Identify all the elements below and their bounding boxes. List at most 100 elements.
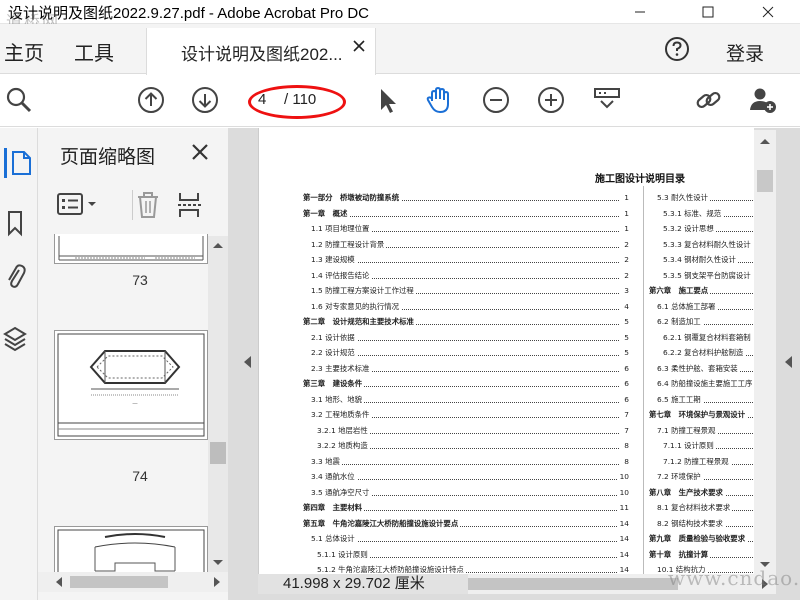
thumbnail-page-73[interactable]	[54, 234, 208, 264]
toc-entry[interactable]: 3.2 工程地质条件 7	[303, 407, 629, 423]
login-button[interactable]: 登录	[726, 39, 764, 66]
search-button[interactable]	[4, 85, 34, 115]
toc-entry-text: 3.2 工程地质条件	[311, 407, 372, 423]
attachments-nav[interactable]	[2, 262, 28, 292]
document-scrollbar[interactable]	[754, 130, 776, 574]
toc-entry[interactable]: 第十章 抗撞计算	[649, 546, 754, 562]
toc-entry[interactable]: 7.1 防撞工程景观	[649, 422, 754, 438]
thumbnail-page-74[interactable]: —	[54, 330, 208, 440]
collapse-left-pane-button[interactable]	[236, 130, 258, 594]
add-user-button[interactable]	[748, 85, 778, 115]
expand-right-pane-button[interactable]	[776, 130, 800, 594]
toc-entry[interactable]: 5.3.5 钢支架平台防腐设计	[649, 267, 754, 283]
toc-entry[interactable]: 第五章 牛角沱嘉陵江大桥防船撞设施设计要点 14	[303, 515, 629, 531]
select-tool-button[interactable]	[372, 85, 402, 115]
toc-entry[interactable]: 5.3.2 设计思想	[649, 221, 754, 237]
toc-entry[interactable]: 第九章 质量检验与验收要求	[649, 531, 754, 547]
thumbnail-options-button[interactable]	[56, 190, 102, 225]
toc-entry[interactable]: 5.1.1 设计原则 14	[303, 546, 629, 562]
toc-entry[interactable]: 6.2 制造加工	[649, 314, 754, 330]
previous-page-button[interactable]	[136, 85, 166, 115]
scrollbar-thumb[interactable]	[468, 578, 678, 590]
toc-leader	[303, 215, 619, 217]
toc-entry[interactable]: 第六章 施工要点	[649, 283, 754, 299]
tab-document[interactable]: 设计说明及图纸202...	[146, 28, 376, 75]
bookmarks-nav[interactable]	[2, 208, 28, 238]
scrollbar-thumb[interactable]	[757, 170, 773, 192]
zoom-in-icon	[538, 87, 564, 113]
chevron-left-icon	[244, 356, 251, 368]
scrollbar-thumb[interactable]	[70, 576, 168, 588]
thumbnail-scrollbar[interactable]	[208, 236, 228, 572]
toc-entry[interactable]: 6.5 施工工期	[649, 391, 754, 407]
toc-entry[interactable]: 1.4 评估报告结论 2	[303, 267, 629, 283]
toc-entry[interactable]: 5.3 耐久性设计	[649, 190, 754, 206]
close-icon	[353, 40, 365, 52]
toc-entry[interactable]: 7.1.1 设计原则	[649, 438, 754, 454]
pdf-page: 施工图设计说明目录 第一部分 桥墩被动防撞系统 1 第一章 概述 1 1.1 项目地理位…	[258, 128, 754, 574]
toc-entry[interactable]: 第三章 建设条件 6	[303, 376, 629, 392]
close-panel-button[interactable]	[190, 142, 210, 167]
tab-home[interactable]: 主页	[4, 37, 44, 66]
toc-entry[interactable]: 7.1.2 防撞工程景观	[649, 453, 754, 469]
toc-entry[interactable]: 6.4 防船撞设施主要施工工序	[649, 376, 754, 392]
toc-entry[interactable]: 3.2.2 地质构造 8	[303, 438, 629, 454]
toc-entry[interactable]: 5.3.4 钢材耐久性设计	[649, 252, 754, 268]
tab-tools[interactable]: 工具	[74, 37, 114, 66]
toc-entry[interactable]: 8.2 钢结构技术要求	[649, 515, 754, 531]
hand-tool-button[interactable]	[424, 85, 454, 115]
thumbnail-hscrollbar[interactable]	[38, 572, 228, 592]
toc-entry-text: 5.1 总体设计	[311, 531, 357, 547]
help-button[interactable]	[664, 36, 690, 67]
toc-entry[interactable]: 5.1 总体设计 14	[303, 531, 629, 547]
toc-entry[interactable]: 3.2.1 地层岩性 7	[303, 422, 629, 438]
toc-entry[interactable]: 1.1 项目地理位置 1	[303, 221, 629, 237]
toc-leader	[311, 541, 619, 542]
toc-entry[interactable]: 1.3 建设规模 2	[303, 252, 629, 268]
delete-pages-button[interactable]	[134, 190, 162, 225]
toc-page-number: 2	[622, 252, 629, 268]
toc-leader	[311, 262, 619, 263]
layers-nav[interactable]	[2, 324, 28, 354]
split-pages-button[interactable]	[176, 190, 206, 225]
toc-entry[interactable]: 第一部分 桥墩被动防撞系统 1	[303, 190, 629, 206]
zoom-out-button[interactable]	[481, 85, 511, 115]
toc-entry[interactable]: 1.6 对专家意见的执行情况 4	[303, 298, 629, 314]
toc-entry[interactable]: 6.1 总体施工部署	[649, 298, 754, 314]
toc-entry[interactable]: 第八章 生产技术要求	[649, 484, 754, 500]
toc-entry[interactable]: 8.1 复合材料技术要求	[649, 500, 754, 516]
page-display-button[interactable]	[592, 85, 622, 115]
toc-leader	[311, 339, 619, 341]
next-page-button[interactable]	[190, 85, 220, 115]
scrollbar-thumb[interactable]	[210, 442, 226, 464]
toc-entry[interactable]: 2.1 设计依据 5	[303, 329, 629, 345]
toc-entry[interactable]: 第一章 概述 1	[303, 205, 629, 221]
toc-entry[interactable]: 5.3.3 复合材料耐久性设计	[649, 236, 754, 252]
toc-entry[interactable]: 6.3 柔性护舷、套箱安装	[649, 360, 754, 376]
toc-entry[interactable]: 5.1.2 牛角沱嘉陵江大桥防船撞设施设计特点 14	[303, 562, 629, 574]
maximize-icon	[702, 6, 714, 18]
toc-entry[interactable]: 3.1 地形、地貌 6	[303, 391, 629, 407]
toc-entry[interactable]: 6.2.2 复合材料护舷制造	[649, 345, 754, 361]
toc-entry[interactable]: 5.3.1 标准、规范	[649, 205, 754, 221]
close-window-button[interactable]	[746, 0, 790, 24]
toc-entry[interactable]: 第四章 主要材料 11	[303, 500, 629, 516]
toc-entry[interactable]: 3.4 通航水位 10	[303, 469, 629, 485]
toc-entry[interactable]: 3.5 通航净空尺寸 10	[303, 484, 629, 500]
toc-entry[interactable]: 2.2 设计规范 5	[303, 345, 629, 361]
page-thumbnails-nav[interactable]	[4, 148, 34, 178]
toc-entry[interactable]: 6.2.1 钢覆复合材料套箱制	[649, 329, 754, 345]
toc-entry[interactable]: 2.3 主要技术标准 6	[303, 360, 629, 376]
toc-entry[interactable]: 第二章 设计规范和主要技术标准 5	[303, 314, 629, 330]
maximize-button[interactable]	[686, 0, 730, 24]
share-link-button[interactable]	[694, 85, 724, 115]
toc-entry[interactable]: 1.2 防撞工程设计背景 2	[303, 236, 629, 252]
thumbnail-page-75[interactable]	[54, 526, 208, 574]
toc-entry[interactable]: 第七章 环境保护与景观设计	[649, 407, 754, 423]
toc-entry[interactable]: 3.3 地震 8	[303, 453, 629, 469]
toc-entry[interactable]: 1.5 防撞工程方案设计工作过程 3	[303, 283, 629, 299]
minimize-button[interactable]	[618, 0, 662, 24]
close-tab-button[interactable]	[351, 38, 367, 59]
zoom-in-button[interactable]	[536, 85, 566, 115]
toc-entry[interactable]: 7.2 环境保护	[649, 469, 754, 485]
